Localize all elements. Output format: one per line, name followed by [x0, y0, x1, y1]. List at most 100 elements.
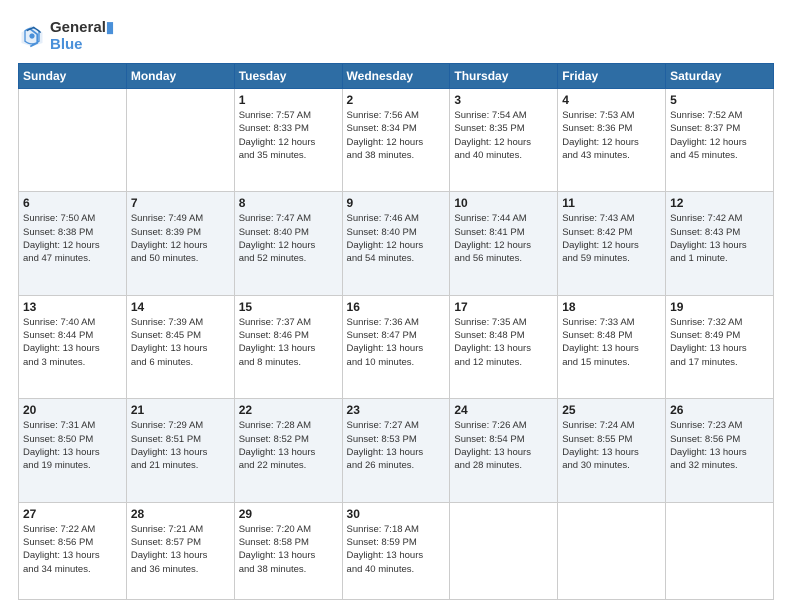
- calendar-week-1: 1Sunrise: 7:57 AM Sunset: 8:33 PM Daylig…: [19, 89, 774, 192]
- day-info: Sunrise: 7:47 AM Sunset: 8:40 PM Dayligh…: [239, 212, 338, 265]
- calendar-cell: 22 Sunrise: 7:28 AM Sunset: 8:52 PM Dayli…: [234, 399, 342, 502]
- day-number: 24: [454, 403, 553, 417]
- day-info: Sunrise: 7:21 AM Sunset: 8:57 PM Dayligh…: [131, 523, 230, 576]
- page: General▮ Blue SundayMondayTuesdayWednesd…: [0, 0, 792, 612]
- day-info: Sunrise: 7:37 AM Sunset: 8:46 PM Dayligh…: [239, 316, 338, 369]
- day-info: Sunrise: 7:46 AM Sunset: 8:40 PM Dayligh…: [347, 212, 446, 265]
- calendar-cell: 30Sunrise: 7:18 AM Sunset: 8:59 PM Dayli…: [342, 502, 450, 599]
- day-number: 8: [239, 196, 338, 210]
- calendar-week-2: 6 Sunrise: 7:50 AM Sunset: 8:38 PM Daylig…: [19, 192, 774, 295]
- day-info: Sunrise: 7:43 AM Sunset: 8:42 PM Dayligh…: [562, 212, 661, 265]
- day-number: 15: [239, 300, 338, 314]
- weekday-header-monday: Monday: [126, 64, 234, 89]
- calendar-cell: [666, 502, 774, 599]
- logo-icon: [18, 22, 46, 50]
- day-number: 13: [23, 300, 122, 314]
- calendar-cell: 8 Sunrise: 7:47 AM Sunset: 8:40 PM Daylig…: [234, 192, 342, 295]
- calendar-week-5: 27 Sunrise: 7:22 AM Sunset: 8:56 PM Dayli…: [19, 502, 774, 599]
- day-info: Sunrise: 7:36 AM Sunset: 8:47 PM Dayligh…: [347, 316, 446, 369]
- calendar-cell: [558, 502, 666, 599]
- day-number: 18: [562, 300, 661, 314]
- calendar-cell: 12Sunrise: 7:42 AM Sunset: 8:43 PM Dayli…: [666, 192, 774, 295]
- calendar-cell: 27 Sunrise: 7:22 AM Sunset: 8:56 PM Dayli…: [19, 502, 127, 599]
- day-number: 2: [347, 93, 446, 107]
- calendar-week-3: 13 Sunrise: 7:40 AM Sunset: 8:44 PM Dayli…: [19, 295, 774, 398]
- day-info: Sunrise: 7:29 AM Sunset: 8:51 PM Dayligh…: [131, 419, 230, 472]
- day-number: 7: [131, 196, 230, 210]
- day-info: Sunrise: 7:20 AM Sunset: 8:58 PM Dayligh…: [239, 523, 338, 576]
- calendar-cell: 6 Sunrise: 7:50 AM Sunset: 8:38 PM Daylig…: [19, 192, 127, 295]
- day-number: 11: [562, 196, 661, 210]
- day-number: 29: [239, 507, 338, 521]
- day-number: 27: [23, 507, 122, 521]
- calendar-table: SundayMondayTuesdayWednesdayThursdayFrid…: [18, 63, 774, 600]
- day-number: 25: [562, 403, 661, 417]
- day-number: 6: [23, 196, 122, 210]
- calendar-cell: 13 Sunrise: 7:40 AM Sunset: 8:44 PM Dayli…: [19, 295, 127, 398]
- calendar-cell: 7Sunrise: 7:49 AM Sunset: 8:39 PM Daylig…: [126, 192, 234, 295]
- day-info: Sunrise: 7:39 AM Sunset: 8:45 PM Dayligh…: [131, 316, 230, 369]
- logo-text: General▮ Blue: [50, 18, 114, 53]
- calendar-cell: 23 Sunrise: 7:27 AM Sunset: 8:53 PM Dayli…: [342, 399, 450, 502]
- day-info: Sunrise: 7:24 AM Sunset: 8:55 PM Dayligh…: [562, 419, 661, 472]
- calendar-cell: 25 Sunrise: 7:24 AM Sunset: 8:55 PM Dayli…: [558, 399, 666, 502]
- calendar-cell: [19, 89, 127, 192]
- day-info: Sunrise: 7:40 AM Sunset: 8:44 PM Dayligh…: [23, 316, 122, 369]
- day-info: Sunrise: 7:26 AM Sunset: 8:54 PM Dayligh…: [454, 419, 553, 472]
- day-info: Sunrise: 7:32 AM Sunset: 8:49 PM Dayligh…: [670, 316, 769, 369]
- day-number: 3: [454, 93, 553, 107]
- logo: General▮ Blue: [18, 18, 114, 53]
- weekday-header-sunday: Sunday: [19, 64, 127, 89]
- weekday-header-tuesday: Tuesday: [234, 64, 342, 89]
- day-info: Sunrise: 7:44 AM Sunset: 8:41 PM Dayligh…: [454, 212, 553, 265]
- weekday-header-friday: Friday: [558, 64, 666, 89]
- calendar-cell: 11 Sunrise: 7:43 AM Sunset: 8:42 PM Dayli…: [558, 192, 666, 295]
- calendar-cell: 21 Sunrise: 7:29 AM Sunset: 8:51 PM Dayli…: [126, 399, 234, 502]
- calendar-cell: 4 Sunrise: 7:53 AM Sunset: 8:36 PM Daylig…: [558, 89, 666, 192]
- calendar-cell: 16Sunrise: 7:36 AM Sunset: 8:47 PM Dayli…: [342, 295, 450, 398]
- calendar-cell: 28Sunrise: 7:21 AM Sunset: 8:57 PM Dayli…: [126, 502, 234, 599]
- day-info: Sunrise: 7:56 AM Sunset: 8:34 PM Dayligh…: [347, 109, 446, 162]
- day-number: 21: [131, 403, 230, 417]
- calendar-cell: 14 Sunrise: 7:39 AM Sunset: 8:45 PM Dayli…: [126, 295, 234, 398]
- calendar-cell: 29 Sunrise: 7:20 AM Sunset: 8:58 PM Dayli…: [234, 502, 342, 599]
- day-info: Sunrise: 7:57 AM Sunset: 8:33 PM Dayligh…: [239, 109, 338, 162]
- day-info: Sunrise: 7:53 AM Sunset: 8:36 PM Dayligh…: [562, 109, 661, 162]
- calendar-cell: 17 Sunrise: 7:35 AM Sunset: 8:48 PM Dayli…: [450, 295, 558, 398]
- day-info: Sunrise: 7:35 AM Sunset: 8:48 PM Dayligh…: [454, 316, 553, 369]
- calendar-week-4: 20Sunrise: 7:31 AM Sunset: 8:50 PM Dayli…: [19, 399, 774, 502]
- day-info: Sunrise: 7:28 AM Sunset: 8:52 PM Dayligh…: [239, 419, 338, 472]
- calendar-cell: 2 Sunrise: 7:56 AM Sunset: 8:34 PM Daylig…: [342, 89, 450, 192]
- weekday-header-row: SundayMondayTuesdayWednesdayThursdayFrid…: [19, 64, 774, 89]
- day-info: Sunrise: 7:54 AM Sunset: 8:35 PM Dayligh…: [454, 109, 553, 162]
- calendar-cell: 10 Sunrise: 7:44 AM Sunset: 8:41 PM Dayli…: [450, 192, 558, 295]
- header: General▮ Blue: [18, 18, 774, 53]
- day-number: 5: [670, 93, 769, 107]
- calendar-cell: 3 Sunrise: 7:54 AM Sunset: 8:35 PM Daylig…: [450, 89, 558, 192]
- calendar-cell: 1Sunrise: 7:57 AM Sunset: 8:33 PM Daylig…: [234, 89, 342, 192]
- weekday-header-saturday: Saturday: [666, 64, 774, 89]
- day-number: 4: [562, 93, 661, 107]
- day-number: 19: [670, 300, 769, 314]
- calendar-cell: 5Sunrise: 7:52 AM Sunset: 8:37 PM Daylig…: [666, 89, 774, 192]
- day-number: 22: [239, 403, 338, 417]
- calendar-cell: [126, 89, 234, 192]
- calendar-cell: 24 Sunrise: 7:26 AM Sunset: 8:54 PM Dayli…: [450, 399, 558, 502]
- day-info: Sunrise: 7:33 AM Sunset: 8:48 PM Dayligh…: [562, 316, 661, 369]
- weekday-header-wednesday: Wednesday: [342, 64, 450, 89]
- day-info: Sunrise: 7:23 AM Sunset: 8:56 PM Dayligh…: [670, 419, 769, 472]
- day-number: 17: [454, 300, 553, 314]
- calendar-cell: 20Sunrise: 7:31 AM Sunset: 8:50 PM Dayli…: [19, 399, 127, 502]
- day-number: 26: [670, 403, 769, 417]
- day-number: 10: [454, 196, 553, 210]
- day-info: Sunrise: 7:18 AM Sunset: 8:59 PM Dayligh…: [347, 523, 446, 576]
- day-info: Sunrise: 7:50 AM Sunset: 8:38 PM Dayligh…: [23, 212, 122, 265]
- calendar-cell: 19 Sunrise: 7:32 AM Sunset: 8:49 PM Dayli…: [666, 295, 774, 398]
- day-number: 14: [131, 300, 230, 314]
- day-info: Sunrise: 7:31 AM Sunset: 8:50 PM Dayligh…: [23, 419, 122, 472]
- day-info: Sunrise: 7:27 AM Sunset: 8:53 PM Dayligh…: [347, 419, 446, 472]
- calendar-cell: 9Sunrise: 7:46 AM Sunset: 8:40 PM Daylig…: [342, 192, 450, 295]
- day-number: 23: [347, 403, 446, 417]
- day-info: Sunrise: 7:22 AM Sunset: 8:56 PM Dayligh…: [23, 523, 122, 576]
- calendar-cell: 15 Sunrise: 7:37 AM Sunset: 8:46 PM Dayli…: [234, 295, 342, 398]
